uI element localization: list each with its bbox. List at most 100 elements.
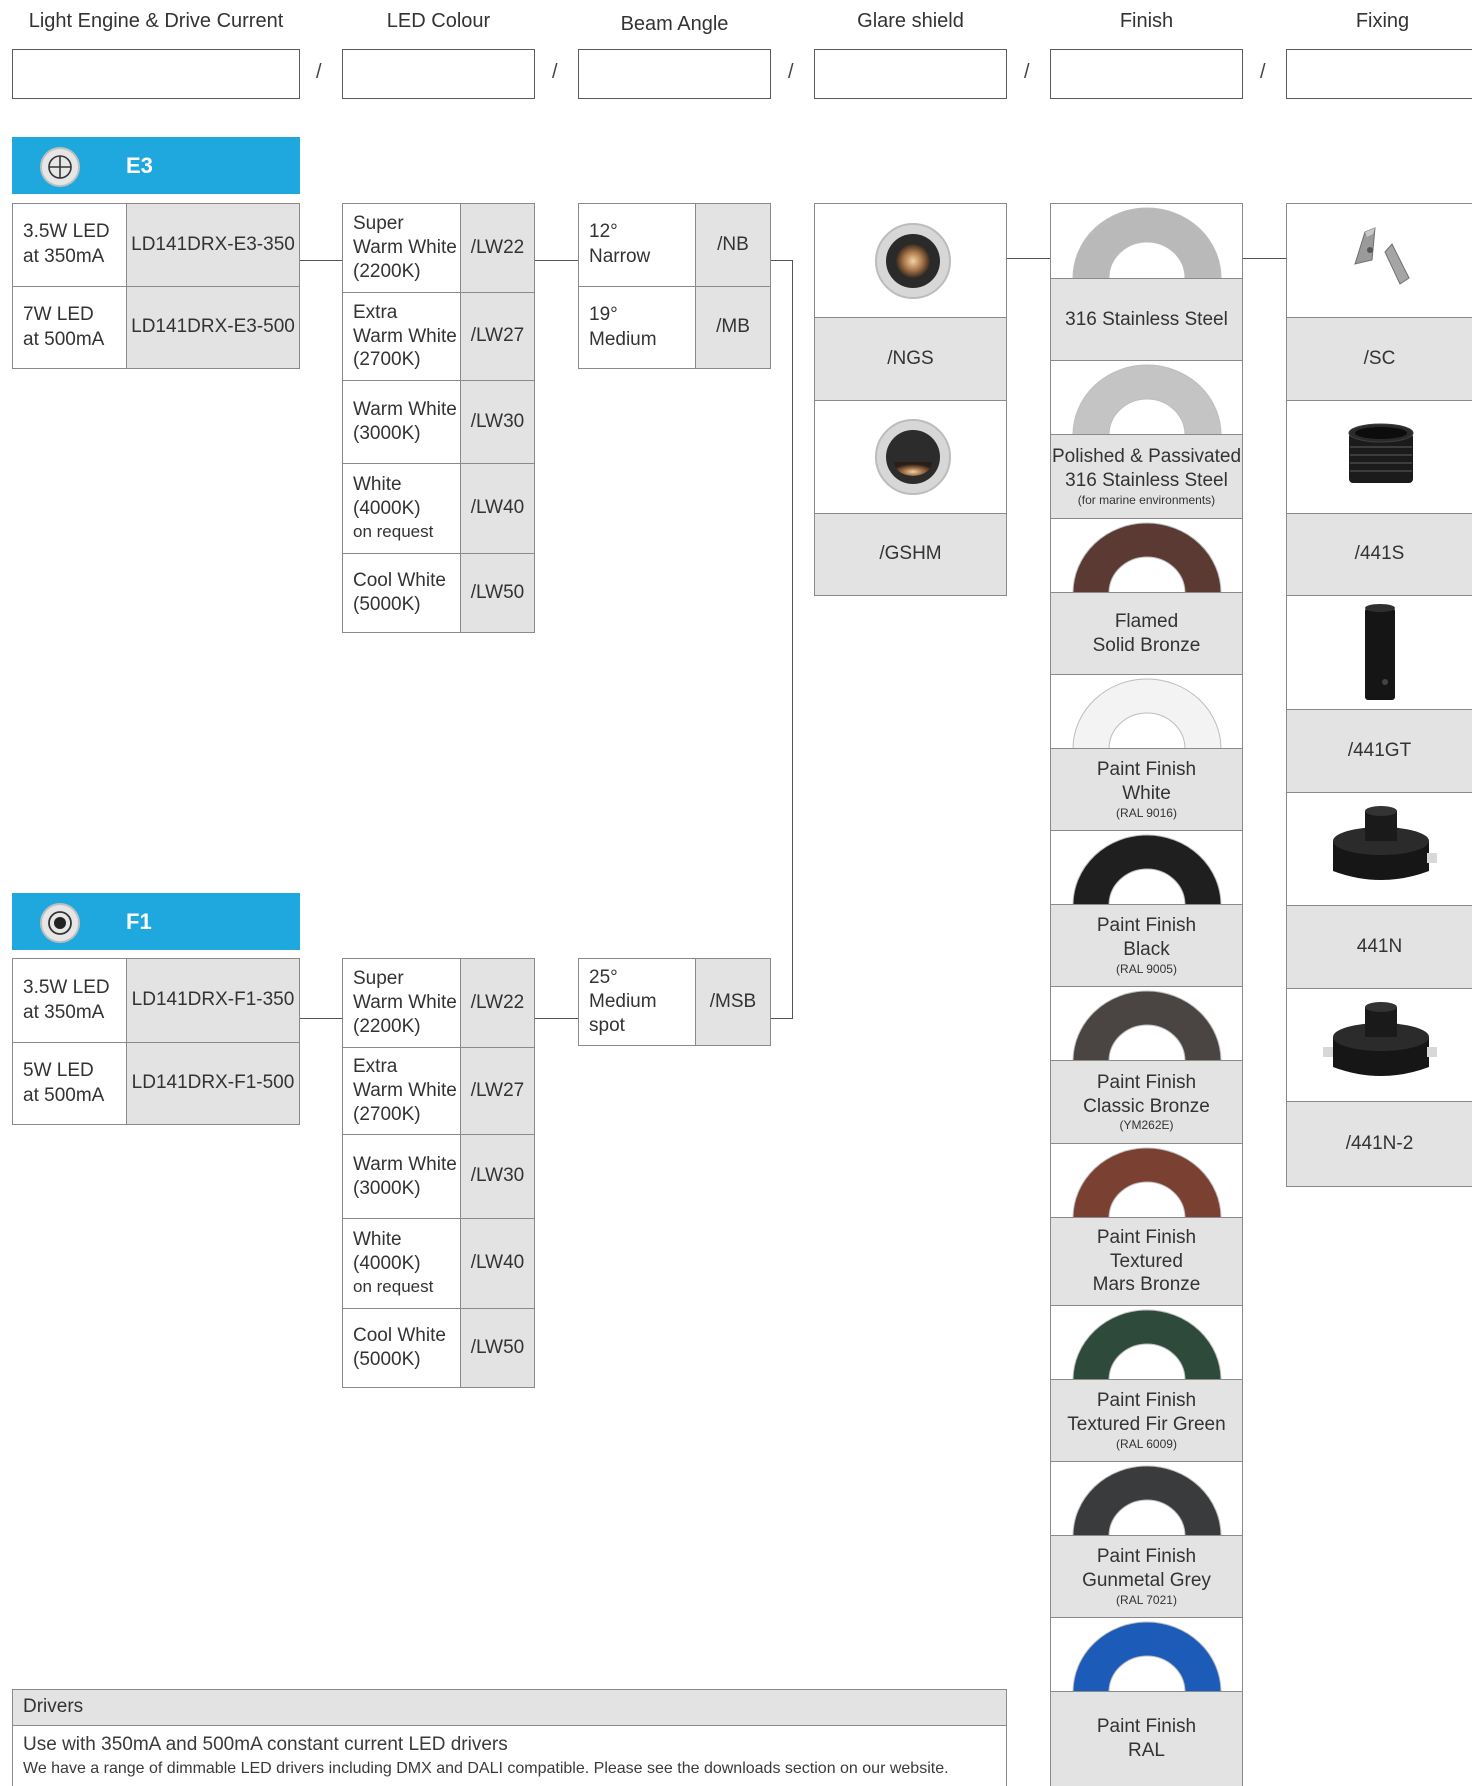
separator-slash: / xyxy=(316,61,322,83)
colour-option-desc: Cool White (5000K) xyxy=(343,553,460,632)
beam-option-desc: 19° Medium xyxy=(579,286,695,368)
colour-option-desc: Cool White (5000K) xyxy=(343,1308,460,1387)
beam-table-f1: 25° Medium spot /MSB xyxy=(578,958,771,1046)
glare-shield-table: /NGS /GSHM xyxy=(814,203,1007,596)
section-badge: F1 xyxy=(126,909,152,934)
engine-option-code[interactable]: LD141DRX-F1-500 xyxy=(126,1042,299,1124)
engine-option-desc: 5W LED at 500mA xyxy=(13,1042,126,1124)
engine-table-f1: 3.5W LED at 350mA LD141DRX-F1-350 5W LED a… xyxy=(12,958,300,1125)
colour-option-desc: White (4000K) on request xyxy=(343,463,460,553)
light-engine-code-field[interactable] xyxy=(12,49,300,99)
junction-box-2-icon xyxy=(1287,988,1472,1101)
engine-option-code[interactable]: LD141DRX-E3-350 xyxy=(126,204,299,286)
finish-option-label[interactable]: 316 Stainless Steel xyxy=(1051,278,1242,360)
finish-option-label[interactable]: Paint Finish Gunmetal Grey (RAL 7021) xyxy=(1051,1535,1242,1617)
colour-option-code[interactable]: /LW27 xyxy=(460,292,534,380)
connector-line xyxy=(535,1018,578,1019)
finish-option-label[interactable]: Paint Finish Textured Mars Bronze xyxy=(1051,1217,1242,1305)
header-glare-shield: Glare shield xyxy=(857,10,964,32)
engine-option-desc: 7W LED at 500mA xyxy=(13,286,126,368)
finish-swatch-icon xyxy=(1051,1143,1242,1217)
header-finish: Finish xyxy=(1119,10,1174,32)
finish-table: 316 Stainless Steel Polished & Passivated… xyxy=(1050,203,1243,1786)
target-icon xyxy=(40,903,80,943)
beam-option-code[interactable]: /NB xyxy=(695,204,770,286)
colour-option-code[interactable]: /LW40 xyxy=(460,463,534,553)
connector-line xyxy=(792,260,793,1019)
separator-slash: / xyxy=(552,61,558,83)
colour-option-code[interactable]: /LW50 xyxy=(460,1308,534,1387)
header-led-colour: LED Colour xyxy=(386,10,491,32)
drivers-line-1: Use with 350mA and 500mA constant curren… xyxy=(23,1734,508,1755)
connector-line xyxy=(1243,258,1286,259)
fixing-table: /SC /441S /441GT 441N /441N-2 xyxy=(1286,203,1472,1187)
finish-swatch-icon xyxy=(1051,1305,1242,1379)
colour-option-desc: Extra Warm White (2700K) xyxy=(343,292,460,380)
colour-option-desc: Warm White (3000K) xyxy=(343,1134,460,1218)
colour-option-code[interactable]: /LW22 xyxy=(460,204,534,292)
beam-option-code[interactable]: /MB xyxy=(695,286,770,368)
finish-option-label[interactable]: Paint Finish Textured Fir Green (RAL 6009) xyxy=(1051,1379,1242,1461)
finish-swatch-icon xyxy=(1051,518,1242,592)
finish-code-field[interactable] xyxy=(1050,49,1243,99)
finish-option-label[interactable]: Paint Finish RAL xyxy=(1051,1691,1242,1786)
separator-slash: / xyxy=(788,61,794,83)
connector-line xyxy=(300,1018,342,1019)
fixing-code-field[interactable] xyxy=(1286,49,1472,99)
engine-option-code[interactable]: LD141DRX-E3-500 xyxy=(126,286,299,368)
colour-option-code[interactable]: /LW22 xyxy=(460,959,534,1047)
colour-option-code[interactable]: /LW27 xyxy=(460,1047,534,1134)
finish-option-label[interactable]: Paint Finish Black (RAL 9005) xyxy=(1051,904,1242,986)
colour-option-desc: White (4000K) on request xyxy=(343,1218,460,1308)
colour-option-code[interactable]: /LW30 xyxy=(460,1134,534,1218)
sleeve-icon xyxy=(1287,400,1472,513)
spring-clip-icon xyxy=(1287,204,1472,317)
fixing-option-code[interactable]: /441S xyxy=(1287,513,1472,595)
connector-line xyxy=(300,260,342,261)
finish-option-label[interactable]: Paint Finish White (RAL 9016) xyxy=(1051,748,1242,830)
finish-option-label[interactable]: Flamed Solid Bronze xyxy=(1051,592,1242,674)
colour-table-e3: Super Warm White (2200K) /LW22 Extra Warm W… xyxy=(342,203,535,633)
section-badge: E3 xyxy=(126,153,153,178)
beam-option-desc: 12° Narrow xyxy=(579,204,695,286)
colour-option-desc: Warm White (3000K) xyxy=(343,380,460,463)
engine-table-e3: 3.5W LED at 350mA LD141DRX-E3-350 7W LED a… xyxy=(12,203,300,369)
colour-option-code[interactable]: /LW40 xyxy=(460,1218,534,1308)
connector-line xyxy=(771,260,793,261)
glare-none-icon xyxy=(815,204,1006,317)
engine-option-code[interactable]: LD141DRX-F1-350 xyxy=(126,959,299,1042)
finish-swatch-icon xyxy=(1051,986,1242,1060)
glare-shield-code-field[interactable] xyxy=(814,49,1007,99)
glare-option-code[interactable]: /NGS xyxy=(815,317,1006,400)
engine-option-desc: 3.5W LED at 350mA xyxy=(13,204,126,286)
colour-table-f1: Super Warm White (2200K) /LW22 Extra Warm W… xyxy=(342,958,535,1388)
section-banner-e3: E3 xyxy=(12,137,300,194)
fixing-option-code[interactable]: 441N xyxy=(1287,905,1472,988)
beam-option-code[interactable]: /MSB xyxy=(695,959,770,1045)
colour-option-code[interactable]: /LW30 xyxy=(460,380,534,463)
drivers-title: Drivers xyxy=(13,1690,1006,1725)
beam-option-desc: 25° Medium spot xyxy=(579,959,695,1045)
drivers-line-2: We have a range of dimmable LED drivers … xyxy=(23,1760,949,1777)
drivers-panel: Drivers Use with 350mA and 500mA constan… xyxy=(12,1689,1007,1786)
junction-box-icon xyxy=(1287,792,1472,905)
separator-slash: / xyxy=(1260,61,1266,83)
colour-option-desc: Extra Warm White (2700K) xyxy=(343,1047,460,1134)
header-fixing: Fixing xyxy=(1355,10,1410,32)
fixing-option-code[interactable]: /441GT xyxy=(1287,709,1472,792)
led-colour-code-field[interactable] xyxy=(342,49,535,99)
connector-line xyxy=(1007,258,1050,259)
finish-swatch-icon xyxy=(1051,1617,1242,1691)
finish-swatch-icon xyxy=(1051,674,1242,748)
finish-option-label[interactable]: Polished & Passivated 316 Stainless Steel… xyxy=(1051,434,1242,518)
crosshair-icon xyxy=(40,147,80,187)
finish-option-label[interactable]: Paint Finish Classic Bronze (YM262E) xyxy=(1051,1060,1242,1143)
beam-table-e3: 12° Narrow /NB 19° Medium /MB xyxy=(578,203,771,369)
fixing-option-code[interactable]: /441N-2 xyxy=(1287,1101,1472,1186)
colour-option-code[interactable]: /LW50 xyxy=(460,553,534,632)
fixing-option-code[interactable]: /SC xyxy=(1287,317,1472,400)
separator-slash: / xyxy=(1024,61,1030,83)
colour-option-desc: Super Warm White (2200K) xyxy=(343,204,460,292)
beam-angle-code-field[interactable] xyxy=(578,49,771,99)
glare-option-code[interactable]: /GSHM xyxy=(815,513,1006,595)
